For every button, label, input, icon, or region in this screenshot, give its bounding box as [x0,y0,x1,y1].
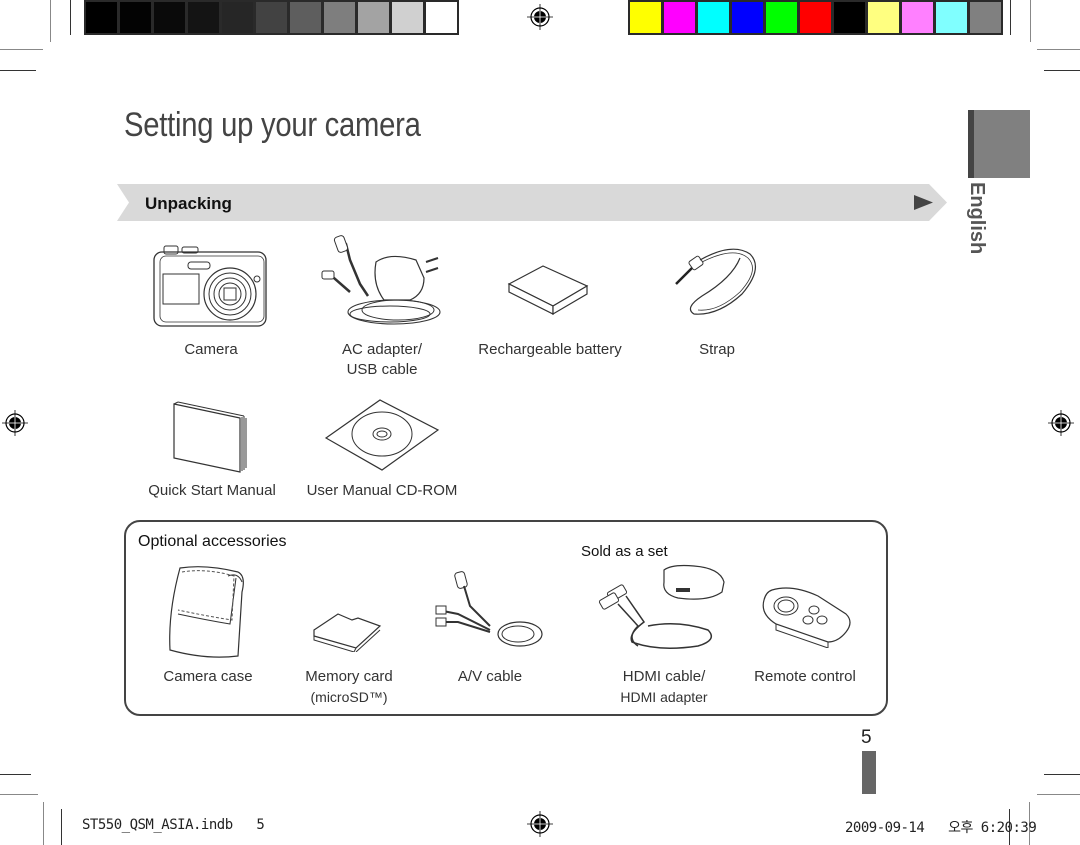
camera-case-icon [169,566,244,658]
grayscale-swatch [120,2,151,33]
accessory-label-line: HDMI adapter [620,689,708,705]
grayscale-swatch [358,2,389,33]
registration-mark-icon [527,811,553,837]
sold-as-set-note: Sold as a set [581,543,668,560]
item-label-battery: Rechargeable battery [478,341,622,358]
color-calibration-bar [628,0,1003,35]
grayscale-swatch [222,2,253,33]
battery-icon [507,265,589,316]
color-swatch [834,2,865,33]
memory-card-icon [313,613,382,652]
accessory-label-av-cable: A/V cable [457,668,523,685]
page-number: 5 [861,727,872,748]
hdmi-cable-adapter-icon [598,564,725,649]
grayscale-swatch [426,2,457,33]
accessory-label-hdmi: HDMI cable/ HDMI adapter [604,667,724,707]
av-cable-icon [435,571,543,647]
section-heading-unpacking: Unpacking [145,194,232,213]
color-swatch [970,2,1001,33]
footer-file-info: ST550_QSM_ASIA.indb 5 [82,817,265,833]
optional-accessories-heading: Optional accessories [138,533,287,550]
crop-mark [0,70,36,71]
accessory-label-line: (microSD™) [310,689,388,705]
grayscale-swatch [324,2,355,33]
accessory-label-line: Memory card [305,668,393,685]
grayscale-swatch [188,2,219,33]
color-swatch [800,2,831,33]
language-tab-edge [968,110,974,178]
accessory-label-camera-case: Camera case [163,668,253,685]
crop-mark [0,774,31,775]
page-number-tab [862,751,876,794]
crop-mark [61,809,62,845]
grayscale-swatch [392,2,423,33]
crop-mark [0,49,43,50]
grayscale-calibration-bar [84,0,459,35]
crop-mark [1037,49,1080,50]
color-swatch [868,2,899,33]
manual-booklet-icon [173,401,247,473]
crop-mark [43,802,44,845]
item-label-ac-adapter: AC adapter/ USB cable [318,340,446,380]
camera-icon [153,245,267,327]
grayscale-swatch [154,2,185,33]
ac-adapter-usb-cable-icon [321,235,441,325]
item-label-line: AC adapter/ [341,341,423,358]
item-label-quick-start-manual: Quick Start Manual [148,482,276,499]
item-label-camera: Camera [184,341,238,358]
color-swatch [664,2,695,33]
page-title: Setting up your camera [124,106,421,144]
accessory-label-line: HDMI cable/ [622,668,706,685]
item-label-line: USB cable [346,361,418,378]
crop-mark [1010,0,1011,35]
footer-timestamp: 2009-09-14 오후 6:20:39 [845,820,1037,836]
section-banner [117,184,947,221]
grayscale-swatch [86,2,117,33]
registration-mark-icon [2,410,28,436]
cd-rom-icon [324,399,440,471]
item-label-strap: Strap [699,341,735,358]
color-swatch [732,2,763,33]
crop-mark [70,0,71,35]
accessory-label-memory-card: Memory card (microSD™) [290,667,408,707]
language-tab-label: English [966,182,988,255]
crop-mark [1044,70,1080,71]
crop-mark [0,794,38,795]
crop-mark [50,0,51,42]
color-swatch [902,2,933,33]
crop-mark [1044,774,1080,775]
language-tab-block [968,110,1030,178]
color-swatch [698,2,729,33]
crop-mark [1037,794,1080,795]
color-swatch [766,2,797,33]
item-label-cd-rom: User Manual CD-ROM [306,482,458,499]
color-swatch [936,2,967,33]
strap-icon [675,248,757,315]
grayscale-swatch [256,2,287,33]
registration-mark-icon [527,4,553,30]
remote-control-icon [762,587,851,648]
color-swatch [630,2,661,33]
accessory-label-remote-control: Remote control [754,668,856,685]
crop-mark [1030,0,1031,42]
grayscale-swatch [290,2,321,33]
registration-mark-icon [1048,410,1074,436]
